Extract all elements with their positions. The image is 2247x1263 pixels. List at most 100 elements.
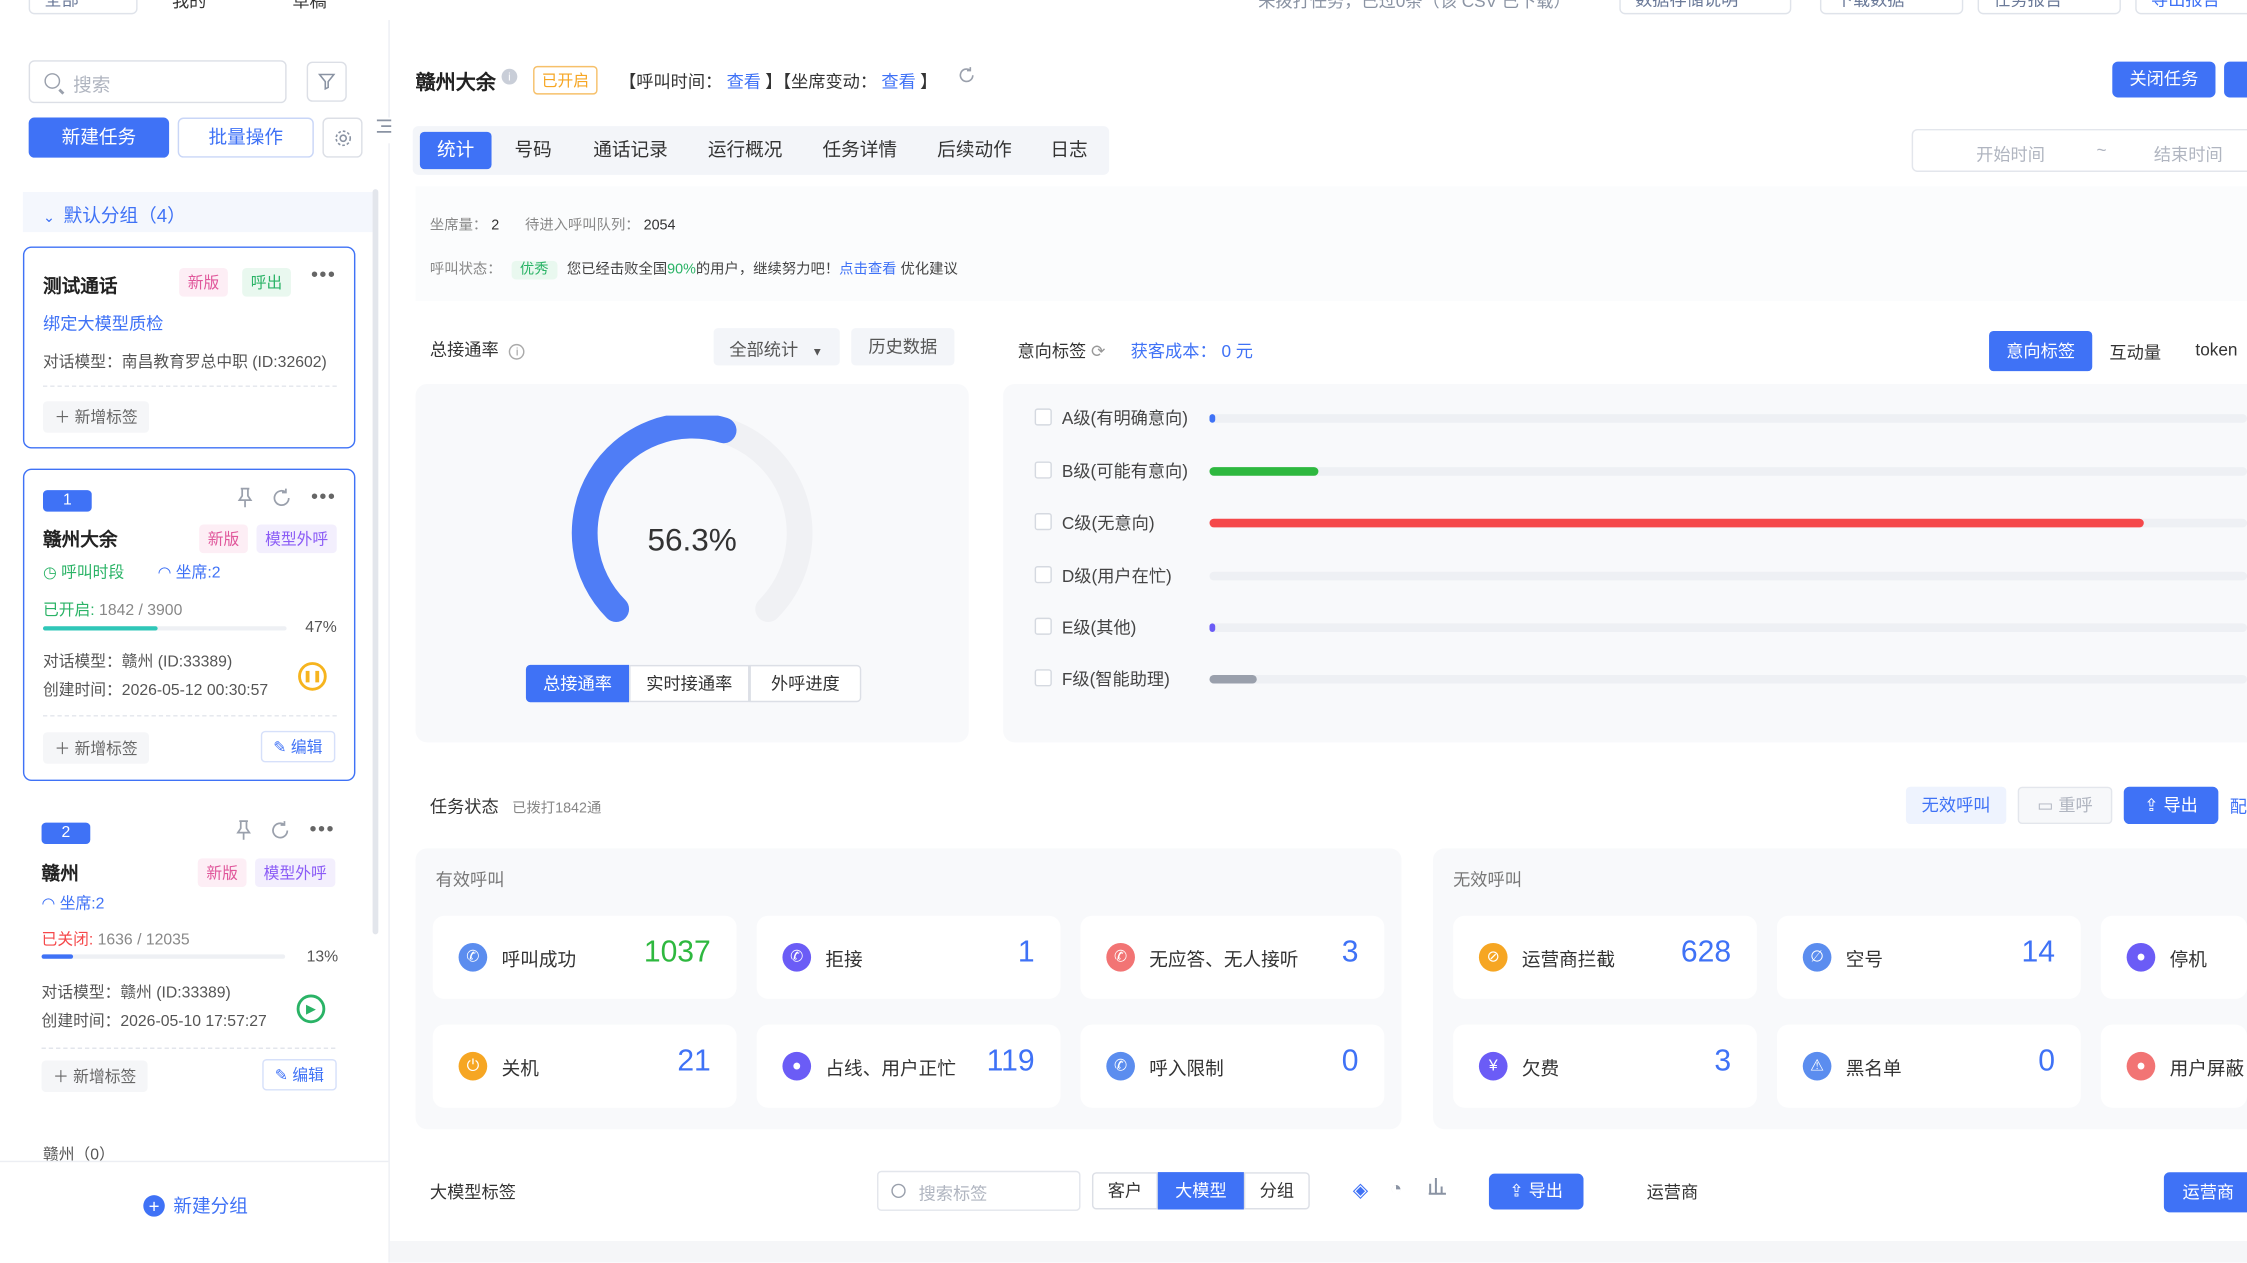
recall-button[interactable]: ▭ 重呼 [2017, 786, 2113, 824]
refresh-icon[interactable] [269, 820, 290, 849]
filter-tab-draft[interactable]: 草稿 [292, 0, 326, 13]
tab-overview[interactable]: 运行概况 [694, 132, 797, 169]
storage-info-button[interactable]: 数据存储说明 [1619, 0, 1792, 15]
row-checkbox[interactable] [1034, 513, 1052, 531]
edit-button[interactable]: ✎ 编辑 [261, 1059, 337, 1091]
kpi-power-off[interactable]: ⏻ 关机 21 [432, 1024, 737, 1108]
export-button[interactable]: ⇪ 导出 [2123, 786, 2219, 824]
task-card-ganzhou-dayu[interactable]: 1 ••• 赣州大余 新版 模型外呼 ◷ 呼叫时段 ◠ 坐席:2 已开启: 18… [22, 468, 356, 782]
refresh-icon[interactable] [957, 66, 976, 92]
kpi-carrier-blocked[interactable]: ⊘ 运营商拦截 628 [1453, 915, 1757, 999]
kpi-busy[interactable]: ● 占线、用户正忙 119 [756, 1024, 1061, 1108]
new-task-button[interactable]: 新建任务 [28, 117, 170, 158]
info-icon[interactable]: i [501, 68, 518, 85]
carrier-button[interactable]: 运营商 [2163, 1172, 2247, 1213]
help-icon[interactable]: i [509, 343, 526, 360]
row-checkbox[interactable] [1034, 617, 1052, 635]
task-card-test-call[interactable]: 测试通话 新版 呼出 ••• 绑定大模型质检 对话模型：南昌教育罗总中职 (ID… [22, 246, 356, 449]
group-header-default[interactable]: ⌄ 默认分组（4） [22, 192, 373, 233]
tag-search-input[interactable]: 搜索标签 [877, 1170, 1081, 1211]
tab-follow-actions[interactable]: 后续动作 [923, 132, 1026, 169]
task-card-ganzhou[interactable]: 2 ••• 赣州 新版 模型外呼 ◠ 坐席:2 已关闭: 1636 / 1203… [22, 802, 356, 1104]
kpi-user-blocked[interactable]: ● 用户屏蔽 [2100, 1024, 2247, 1108]
invalid-call-button[interactable]: 无效呼叫 [1905, 786, 2007, 824]
intent-row-f[interactable]: F级(智能助理) [1034, 665, 2247, 694]
tag-icon[interactable]: ◈ [1353, 1178, 1368, 1202]
add-tag-button[interactable]: ＋ 新增标签 [42, 732, 150, 764]
view-call-time-link[interactable]: 查看 [727, 72, 761, 92]
tab-intent-tags[interactable]: 意向标签 [1989, 331, 2093, 372]
intent-row-c[interactable]: C级(无意向) [1034, 509, 2247, 538]
more-icon[interactable]: ••• [310, 817, 335, 840]
kpi-no-answer[interactable]: ✆ 无应答、无人接听 3 [1080, 915, 1385, 999]
view-seat-change-link[interactable]: 查看 [881, 72, 915, 92]
kpi-incoming-limit[interactable]: ✆ 呼入限制 0 [1080, 1024, 1385, 1108]
row-checkbox[interactable] [1034, 461, 1052, 479]
more-icon[interactable]: ••• [311, 262, 336, 285]
tab-task-detail[interactable]: 任务详情 [808, 132, 911, 169]
kpi-call-success[interactable]: ✆ 呼叫成功 1037 [432, 915, 737, 999]
refresh-icon[interactable] [271, 487, 292, 516]
seg-customer[interactable]: 客户 [1091, 1172, 1158, 1210]
row-checkbox[interactable] [1034, 566, 1052, 584]
pie-chart-icon[interactable]: ◔ [1390, 1177, 1402, 1200]
pause-icon[interactable]: ❚❚ [298, 662, 327, 691]
close-task-button[interactable]: 关闭任务 [2112, 61, 2216, 98]
play-icon[interactable]: ▶ [296, 994, 326, 1024]
kpi-empty-number[interactable]: ∅ 空号 14 [1776, 915, 2081, 999]
tab-statistics[interactable]: 统计 [419, 131, 492, 170]
seg-llm[interactable]: 大模型 [1157, 1172, 1244, 1210]
bar-chart-icon[interactable] [1427, 1175, 1447, 1202]
tab-token[interactable]: token [2195, 340, 2237, 360]
kpi-blacklist[interactable]: ⚠ 黑名单 0 [1776, 1024, 2081, 1108]
group-header-ganzhou[interactable]: 赣州（0） [43, 1146, 330, 1160]
seg-group[interactable]: 分组 [1243, 1172, 1310, 1210]
row-checkbox[interactable] [1034, 669, 1052, 687]
pin-icon[interactable] [235, 487, 255, 516]
history-data-button[interactable]: 历史数据 [851, 328, 955, 366]
tab-logs[interactable]: 日志 [1035, 132, 1104, 169]
add-tag-button[interactable]: ＋ 新增标签 [41, 1060, 148, 1092]
kpi-rejected[interactable]: ✆ 拒接 1 [756, 915, 1061, 999]
filter-icon[interactable] [306, 61, 347, 102]
bind-llm-qc-link[interactable]: 绑定大模型质检 [43, 311, 163, 335]
filter-tab-mine[interactable]: 我的 [172, 0, 206, 13]
date-range-picker[interactable]: 开始时间 ~ 结束时间 [1911, 128, 2247, 172]
task-report-button[interactable]: 任务报告 [1977, 0, 2121, 15]
pin-icon[interactable] [234, 820, 254, 849]
llm-export-button[interactable]: ⇪ 导出 [1488, 1173, 1584, 1210]
tab-interaction[interactable]: 互动量 [2109, 340, 2161, 364]
export-report-button[interactable]: 导出报告 [2135, 0, 2247, 15]
settings-gear-icon[interactable] [322, 117, 363, 158]
batch-operation-button[interactable]: 批量操作 [177, 117, 314, 158]
refresh-icon[interactable]: ⟳ [1091, 341, 1105, 361]
tab-numbers[interactable]: 号码 [502, 132, 565, 169]
stat-filter-select[interactable]: 全部统计 ▼ [713, 328, 840, 366]
phone-icon: ✆ [458, 942, 488, 972]
config-link[interactable]: 配 [2230, 794, 2247, 818]
kpi-stopped[interactable]: ● 停机 [2100, 915, 2247, 999]
download-data-button[interactable]: 下载数据 [1819, 0, 1964, 15]
seg-outbound-progress[interactable]: 外呼进度 [749, 664, 862, 703]
filter-tab-all[interactable]: 全部 [28, 0, 138, 15]
call-period-label[interactable]: ◷ 呼叫时段 [43, 560, 124, 583]
intent-row-a[interactable]: A级(有明确意向) [1034, 404, 2247, 433]
task-search-input[interactable]: 搜索 [28, 60, 287, 104]
seg-total-rate[interactable]: 总接通率 [525, 664, 630, 703]
tab-call-records[interactable]: 通话记录 [579, 132, 682, 169]
task-index-badge: 1 [42, 490, 92, 512]
add-tag-button[interactable]: ＋ 新增标签 [42, 401, 150, 433]
sidebar-scrollbar[interactable] [372, 189, 379, 935]
kpi-arrears[interactable]: ¥ 欠费 3 [1453, 1024, 1757, 1108]
intent-row-d[interactable]: D级(用户在忙) [1034, 562, 2247, 591]
edit-button[interactable]: ✎ 编辑 [260, 730, 336, 763]
user-busy-icon: ● [782, 1051, 812, 1081]
seg-realtime-rate[interactable]: 实时接通率 [629, 664, 750, 703]
intent-row-b[interactable]: B级(可能有意向) [1034, 457, 2247, 486]
new-group-button[interactable]: + 新建分组 [143, 1191, 248, 1218]
more-icon[interactable]: ••• [311, 484, 336, 507]
view-suggestion-link[interactable]: 点击查看 [839, 262, 896, 278]
row-checkbox[interactable] [1034, 408, 1052, 426]
more-action-button[interactable] [2224, 61, 2247, 98]
intent-row-e[interactable]: E级(其他) [1034, 613, 2247, 642]
